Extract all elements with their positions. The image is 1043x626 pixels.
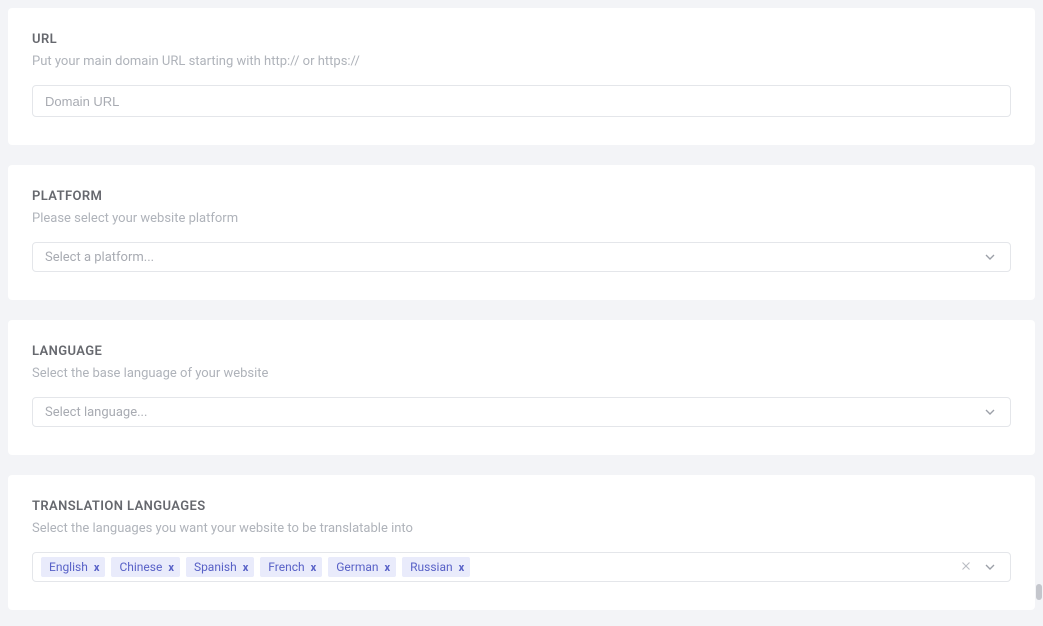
- clear-all-icon[interactable]: [960, 560, 972, 575]
- platform-select[interactable]: Select a platform...: [32, 242, 1011, 272]
- translation-multiselect[interactable]: EnglishxChinesexSpanishxFrenchxGermanxRu…: [32, 552, 1011, 582]
- url-input[interactable]: [45, 86, 998, 116]
- platform-card: PLATFORM Please select your website plat…: [8, 165, 1035, 300]
- language-tag: Chinese x: [111, 557, 180, 577]
- language-select[interactable]: Select language...: [32, 397, 1011, 427]
- remove-tag-icon[interactable]: x: [168, 562, 174, 573]
- multiselect-controls: [960, 559, 1002, 575]
- translation-card: TRANSLATION LANGUAGES Select the languag…: [8, 475, 1035, 610]
- chevron-down-icon[interactable]: [982, 559, 998, 575]
- platform-helper: Please select your website platform: [32, 211, 1011, 226]
- scrollbar-thumb[interactable]: [1036, 584, 1042, 600]
- language-tag: English x: [41, 557, 105, 577]
- language-helper: Select the base language of your website: [32, 366, 1011, 381]
- remove-tag-icon[interactable]: x: [243, 562, 249, 573]
- translation-title: TRANSLATION LANGUAGES: [32, 499, 1011, 514]
- language-tag: Russian x: [402, 557, 470, 577]
- chevron-down-icon: [982, 249, 998, 265]
- remove-tag-icon[interactable]: x: [311, 562, 317, 573]
- url-input-wrap: [32, 85, 1011, 117]
- language-title: LANGUAGE: [32, 344, 1011, 359]
- remove-tag-icon[interactable]: x: [459, 562, 465, 573]
- language-tag: Germanx: [328, 557, 396, 577]
- translation-helper: Select the languages you want your websi…: [32, 521, 1011, 536]
- language-tag-label: English: [49, 560, 88, 574]
- language-select-placeholder: Select language...: [45, 405, 147, 420]
- url-helper: Put your main domain URL starting with h…: [32, 54, 1011, 69]
- remove-tag-icon[interactable]: x: [94, 562, 100, 573]
- language-tag-label: French: [268, 560, 304, 574]
- language-tag-label: Spanish: [194, 560, 237, 574]
- language-tag: Spanish x: [186, 557, 254, 577]
- language-card: LANGUAGE Select the base language of you…: [8, 320, 1035, 455]
- language-tag-label: Russian: [410, 560, 452, 574]
- language-tag-label: Chinese: [119, 560, 162, 574]
- platform-select-placeholder: Select a platform...: [45, 250, 154, 265]
- platform-title: PLATFORM: [32, 189, 1011, 204]
- url-title: URL: [32, 32, 1011, 47]
- url-card: URL Put your main domain URL starting wi…: [8, 8, 1035, 145]
- remove-tag-icon[interactable]: x: [385, 562, 391, 573]
- language-tag: Frenchx: [260, 557, 322, 577]
- language-tag-label: German: [336, 560, 378, 574]
- chevron-down-icon: [982, 404, 998, 420]
